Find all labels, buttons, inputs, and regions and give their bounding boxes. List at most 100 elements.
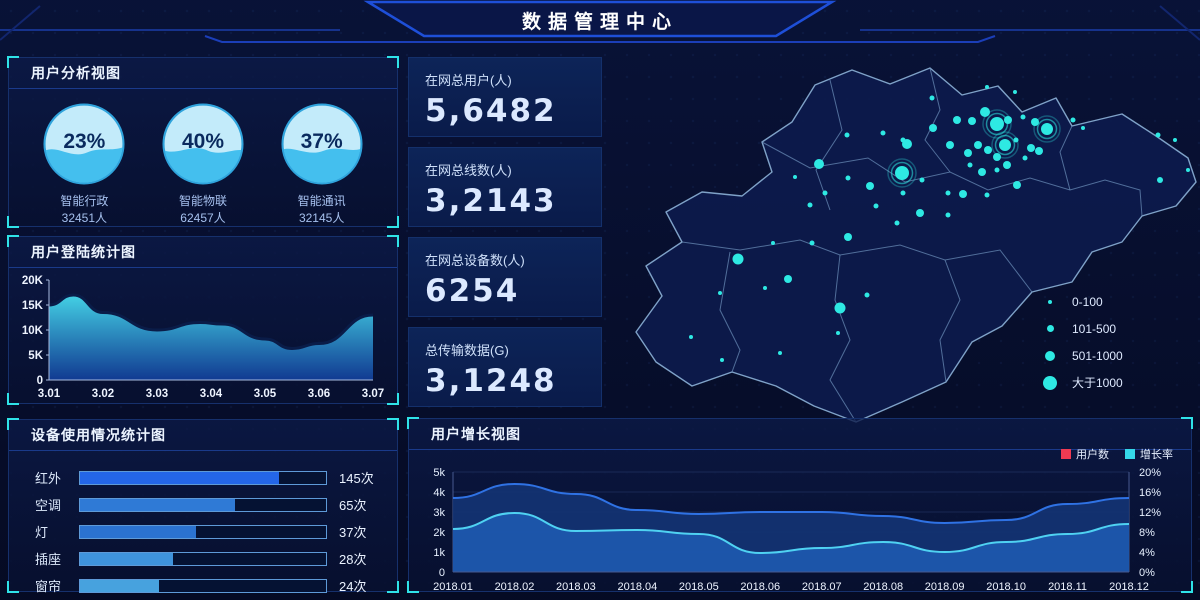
device-bar-fill [80, 472, 279, 484]
panel-login-stats: 用户登陆统计图 05K10K15K20K3.013.023.033.043.05… [8, 236, 398, 404]
segment-name: 智能物联 [151, 193, 255, 210]
growth-legend: 用户数 增长率 [1061, 446, 1173, 462]
segment-gauges: 23% 智能行政 32451人 40% 智能物联 62457人 [9, 89, 397, 227]
device-row: 灯 37次 [35, 518, 383, 545]
panel-user-growth: 用户增长视图 用户数 增长率 01k2k3k4k5k0%4%8%12%16%20… [408, 418, 1192, 592]
device-row: 窗帘 24次 [35, 572, 383, 599]
svg-text:2018.10: 2018.10 [986, 581, 1026, 593]
svg-text:2018.06: 2018.06 [740, 581, 780, 593]
svg-text:16%: 16% [1139, 487, 1161, 499]
segment-admin: 23% 智能行政 32451人 [32, 102, 136, 227]
percent-gauge: 23% [42, 102, 126, 186]
legend-label: 增长率 [1140, 446, 1173, 462]
svg-text:4k: 4k [433, 487, 445, 499]
svg-text:8%: 8% [1139, 527, 1155, 539]
legend-swatch-icon [1125, 449, 1135, 459]
legend-label: 101-500 [1072, 322, 1116, 336]
svg-text:5k: 5k [433, 467, 445, 479]
device-bar-fill [80, 553, 173, 565]
stat-value: 3,1248 [425, 363, 585, 399]
segment-name: 智能通讯 [270, 193, 374, 210]
legend-dot-icon [1045, 351, 1055, 361]
segment-count: 62457人 [151, 210, 255, 227]
map-legend-item[interactable]: 101-500 [1042, 315, 1123, 342]
login-area-chart: 05K10K15K20K3.013.023.033.043.053.063.07 [9, 268, 397, 402]
svg-text:2018.04: 2018.04 [617, 581, 657, 593]
device-row: 插座 28次 [35, 545, 383, 572]
device-name: 红外 [35, 468, 77, 487]
legend-item-users[interactable]: 用户数 [1061, 446, 1109, 462]
segment-count: 32451人 [32, 210, 136, 227]
stat-value: 3,2143 [425, 183, 585, 219]
segment-comms: 37% 智能通讯 32145人 [270, 102, 374, 227]
legend-label: 501-1000 [1072, 349, 1123, 363]
panel-device-usage: 设备使用情况统计图 红外 145次 空调 65次 灯 37次 插座 28次 窗帘… [8, 419, 398, 592]
map-legend-item[interactable]: 0-100 [1042, 288, 1123, 315]
svg-text:20K: 20K [22, 275, 44, 287]
map-legend-item[interactable]: 大于1000 [1042, 369, 1123, 396]
map-legend-item[interactable]: 501-1000 [1042, 342, 1123, 369]
legend-dot-icon [1047, 325, 1054, 332]
stat-label: 在网总设备数(人) [425, 250, 585, 269]
device-bar-fill [80, 580, 159, 592]
legend-item-growth-rate[interactable]: 增长率 [1125, 446, 1173, 462]
device-count: 24次 [339, 576, 383, 595]
svg-text:2018.01: 2018.01 [433, 581, 473, 593]
panel-user-analysis: 用户分析视图 23% 智能行政 32451人 [8, 57, 398, 227]
device-bar [79, 579, 327, 593]
svg-text:2018.09: 2018.09 [925, 581, 965, 593]
device-bar [79, 498, 327, 512]
device-count: 65次 [339, 495, 383, 514]
svg-text:3k: 3k [433, 507, 445, 519]
percent-gauge: 40% [161, 102, 245, 186]
svg-text:0%: 0% [1139, 567, 1155, 579]
stat-value: 5,6482 [425, 93, 585, 129]
svg-text:12%: 12% [1139, 507, 1161, 519]
map-legend: 0-100 101-500 501-1000 大于1000 [1042, 288, 1123, 396]
device-name: 空调 [35, 495, 77, 514]
svg-text:2018.02: 2018.02 [495, 581, 535, 593]
device-count: 37次 [339, 522, 383, 541]
svg-text:3.01: 3.01 [38, 388, 61, 400]
percent-gauge: 37% [280, 102, 364, 186]
svg-text:2018.05: 2018.05 [679, 581, 719, 593]
segment-count: 32145人 [270, 210, 374, 227]
svg-text:2018.07: 2018.07 [802, 581, 842, 593]
svg-text:2018.12: 2018.12 [1109, 581, 1149, 593]
svg-text:20%: 20% [1139, 467, 1161, 479]
svg-text:0: 0 [37, 375, 43, 387]
device-bar-fill [80, 526, 196, 538]
stat-card-total-devices: 在网总设备数(人) 6254 [408, 237, 602, 317]
svg-text:3.03: 3.03 [146, 388, 168, 400]
stat-card-total-users: 在网总用户(人) 5,6482 [408, 57, 602, 137]
svg-text:1k: 1k [433, 547, 445, 559]
svg-text:3.02: 3.02 [92, 388, 114, 400]
device-name: 插座 [35, 549, 77, 568]
svg-text:10K: 10K [22, 325, 44, 337]
panel-title: 设备使用情况统计图 [9, 420, 397, 451]
legend-label: 大于1000 [1072, 374, 1123, 391]
device-name: 窗帘 [35, 576, 77, 595]
segment-name: 智能行政 [32, 193, 136, 210]
device-bar-fill [80, 499, 235, 511]
legend-dot-icon [1048, 300, 1052, 304]
legend-label: 用户数 [1076, 446, 1109, 462]
svg-text:5K: 5K [28, 350, 43, 362]
device-row: 红外 145次 [35, 464, 383, 491]
device-count: 28次 [339, 549, 383, 568]
svg-text:3.06: 3.06 [308, 388, 330, 400]
svg-text:2018.03: 2018.03 [556, 581, 596, 593]
stat-card-total-data: 总传输数据(G) 3,1248 [408, 327, 602, 407]
panel-title: 用户登陆统计图 [9, 237, 397, 268]
svg-text:4%: 4% [1139, 547, 1155, 559]
percent-value: 23% [42, 102, 126, 182]
panel-title: 用户分析视图 [9, 58, 397, 89]
stat-card-total-lines: 在网总线数(人) 3,2143 [408, 147, 602, 227]
stat-label: 在网总线数(人) [425, 160, 585, 179]
legend-swatch-icon [1061, 449, 1071, 459]
segment-iot: 40% 智能物联 62457人 [151, 102, 255, 227]
svg-text:0: 0 [439, 567, 445, 579]
stat-value: 6254 [425, 273, 585, 309]
svg-text:3.04: 3.04 [200, 388, 223, 400]
device-name: 灯 [35, 522, 77, 541]
